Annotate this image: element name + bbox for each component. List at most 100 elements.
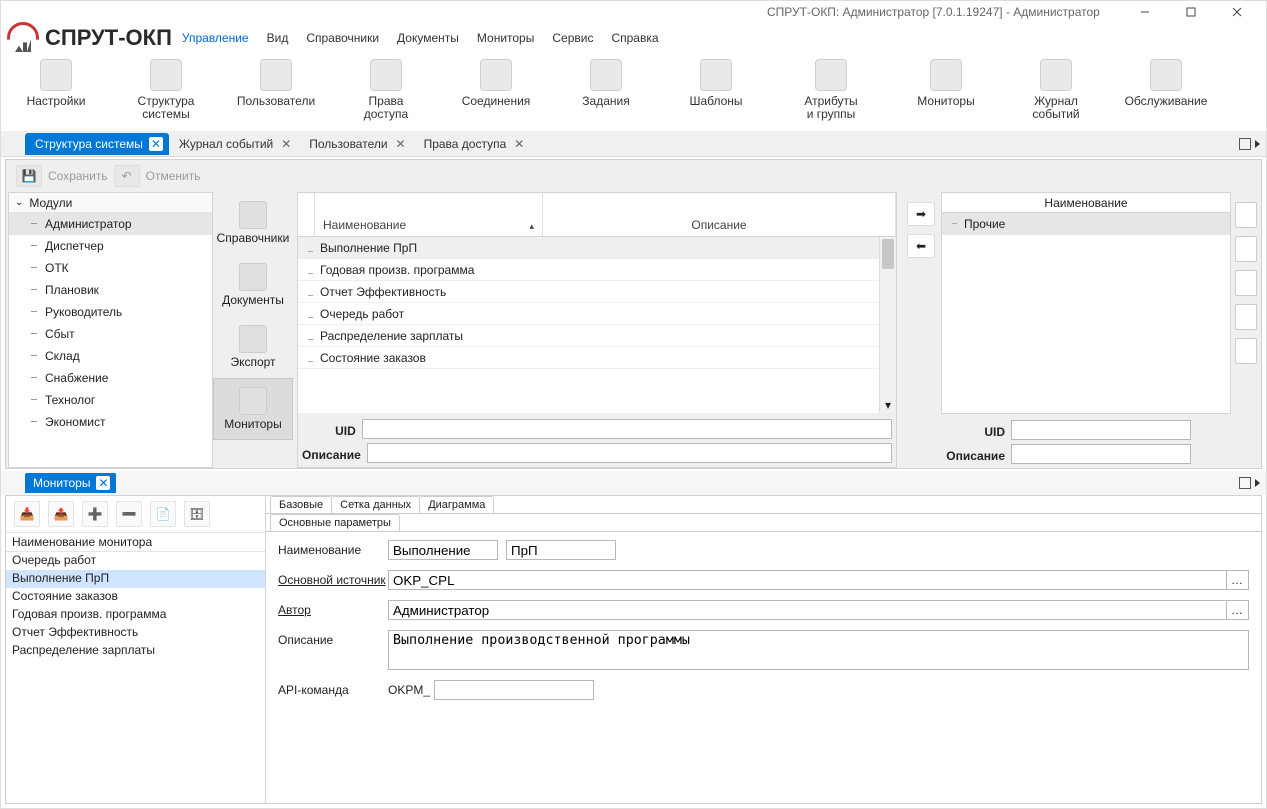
- source-input[interactable]: [388, 570, 1227, 590]
- cancel-button[interactable]: ↶ Отменить: [114, 165, 201, 187]
- api-input[interactable]: [434, 680, 594, 700]
- scrollbar[interactable]: ▾: [879, 237, 896, 413]
- form-author-label[interactable]: Автор: [278, 600, 388, 617]
- move-right-button[interactable]: ➡: [907, 202, 935, 226]
- desc-input[interactable]: [367, 443, 892, 463]
- doc-tab[interactable]: Структура системы✕: [25, 133, 169, 155]
- menu-item[interactable]: Сервис: [552, 31, 593, 45]
- menu-item[interactable]: Вид: [267, 31, 289, 45]
- close-icon[interactable]: ✕: [512, 137, 526, 151]
- close-icon[interactable]: ✕: [394, 137, 408, 151]
- side-export-icon[interactable]: Экспорт: [213, 316, 293, 378]
- collapse-panel-icon[interactable]: [1255, 140, 1260, 148]
- tree-item[interactable]: Администратор: [9, 213, 212, 235]
- desc-textarea[interactable]: Выполнение производственной программы: [388, 630, 1249, 670]
- ribbon-monitor-gear-icon[interactable]: Настройки: [1, 59, 111, 121]
- remove-button[interactable]: ➖: [116, 501, 142, 527]
- name1-input[interactable]: [388, 540, 498, 560]
- grid-row[interactable]: Распределение зарплаты: [298, 325, 896, 347]
- right-grid-row[interactable]: Прочие: [942, 213, 1230, 235]
- monitor-list-item[interactable]: Выполнение ПрП: [6, 570, 265, 588]
- ribbon-log-icon[interactable]: Журналсобытий: [1001, 59, 1111, 121]
- import-button[interactable]: 📥: [14, 501, 40, 527]
- grid-row[interactable]: Годовая произв. программа: [298, 259, 896, 281]
- subtab[interactable]: Сетка данных: [331, 496, 420, 513]
- vbtn-3[interactable]: [1235, 270, 1257, 296]
- copy-button[interactable]: 📄: [150, 501, 176, 527]
- monitor-list-item[interactable]: Очередь работ: [6, 552, 265, 570]
- side-chart-icon[interactable]: Мониторы: [213, 378, 293, 440]
- tree-item[interactable]: Плановик: [9, 279, 212, 301]
- collapse-panel-icon[interactable]: [1255, 479, 1260, 487]
- grid-row[interactable]: Выполнение ПрП: [298, 237, 896, 259]
- move-left-button[interactable]: ⬅: [907, 234, 935, 258]
- tree-item[interactable]: Руководитель: [9, 301, 212, 323]
- grid-row[interactable]: Состояние заказов: [298, 347, 896, 369]
- menu-item[interactable]: Управление: [182, 31, 249, 45]
- grid-row[interactable]: Отчет Эффективность: [298, 281, 896, 303]
- tree-item[interactable]: Сбыт: [9, 323, 212, 345]
- close-button[interactable]: [1214, 1, 1260, 23]
- db-button[interactable]: 🗄: [184, 501, 210, 527]
- add-button[interactable]: ➕: [82, 501, 108, 527]
- tree-item[interactable]: Снабжение: [9, 367, 212, 389]
- author-input[interactable]: [388, 600, 1227, 620]
- uid-input[interactable]: [362, 419, 892, 439]
- ribbon-users-icon[interactable]: Пользователи: [221, 59, 331, 121]
- vbtn-4[interactable]: [1235, 304, 1257, 330]
- scrollbar-thumb[interactable]: [882, 239, 894, 269]
- grid-body[interactable]: Выполнение ПрПГодовая произв. программаО…: [298, 237, 896, 413]
- menu-item[interactable]: Справка: [611, 31, 658, 45]
- close-icon[interactable]: ✕: [149, 137, 163, 151]
- ribbon-shield-icon[interactable]: Правадоступа: [331, 59, 441, 121]
- scroll-down-icon[interactable]: ▾: [880, 396, 896, 413]
- author-browse-button[interactable]: …: [1227, 600, 1249, 620]
- vbtn-5[interactable]: [1235, 338, 1257, 364]
- maximize-button[interactable]: [1168, 1, 1214, 23]
- monitor-list-item[interactable]: Годовая произв. программа: [6, 606, 265, 624]
- ribbon-template-icon[interactable]: Шаблоны: [661, 59, 771, 121]
- side-books-icon[interactable]: Справочники: [213, 192, 293, 254]
- monitors-tab[interactable]: Мониторы ✕: [25, 473, 116, 493]
- close-icon[interactable]: ✕: [279, 137, 293, 151]
- tree-item[interactable]: Экономист: [9, 411, 212, 433]
- restore-panel-icon[interactable]: [1239, 477, 1251, 489]
- monitor-list-item[interactable]: Состояние заказов: [6, 588, 265, 606]
- doc-tab[interactable]: Пользователи✕: [299, 133, 413, 155]
- subtab[interactable]: Базовые: [270, 496, 332, 513]
- export-button[interactable]: 📤: [48, 501, 74, 527]
- source-browse-button[interactable]: …: [1227, 570, 1249, 590]
- right-uid-input[interactable]: [1011, 420, 1191, 440]
- ribbon-key-icon[interactable]: Соединения: [441, 59, 551, 121]
- menu-item[interactable]: Справочники: [306, 31, 379, 45]
- grid-row[interactable]: Очередь работ: [298, 303, 896, 325]
- ribbon-hierarchy-icon[interactable]: Атрибутыи группы: [771, 59, 891, 121]
- close-icon[interactable]: ✕: [96, 476, 110, 490]
- side-document-icon[interactable]: Документы: [213, 254, 293, 316]
- ribbon-database-gear-icon[interactable]: Обслуживание: [1111, 59, 1221, 121]
- subtab[interactable]: Диаграмма: [419, 496, 494, 513]
- doc-tab[interactable]: Права доступа✕: [414, 133, 533, 155]
- right-desc-input[interactable]: [1011, 444, 1191, 464]
- ribbon-coins-icon[interactable]: Задания: [551, 59, 661, 121]
- subtab[interactable]: Основные параметры: [270, 514, 400, 531]
- tree-item[interactable]: ОТК: [9, 257, 212, 279]
- vbtn-2[interactable]: [1235, 236, 1257, 262]
- tree-item[interactable]: Технолог: [9, 389, 212, 411]
- menu-item[interactable]: Документы: [397, 31, 459, 45]
- grid-col-desc[interactable]: Описание: [543, 193, 896, 236]
- tree-header[interactable]: ⌄ Модули: [9, 193, 212, 213]
- name2-input[interactable]: [506, 540, 616, 560]
- form-source-label[interactable]: Основной источник: [278, 570, 388, 587]
- menu-item[interactable]: Мониторы: [477, 31, 534, 45]
- monitor-list-item[interactable]: Отчет Эффективность: [6, 624, 265, 642]
- minimize-button[interactable]: [1122, 1, 1168, 23]
- ribbon-tree-gear-icon[interactable]: Структурасистемы: [111, 59, 221, 121]
- vbtn-1[interactable]: [1235, 202, 1257, 228]
- ribbon-chart-icon[interactable]: Мониторы: [891, 59, 1001, 121]
- grid-col-name[interactable]: Наименование▴: [315, 193, 543, 236]
- monitor-list-item[interactable]: Распределение зарплаты: [6, 642, 265, 660]
- doc-tab[interactable]: Журнал событий✕: [169, 133, 299, 155]
- restore-panel-icon[interactable]: [1239, 138, 1251, 150]
- tree-item[interactable]: Диспетчер: [9, 235, 212, 257]
